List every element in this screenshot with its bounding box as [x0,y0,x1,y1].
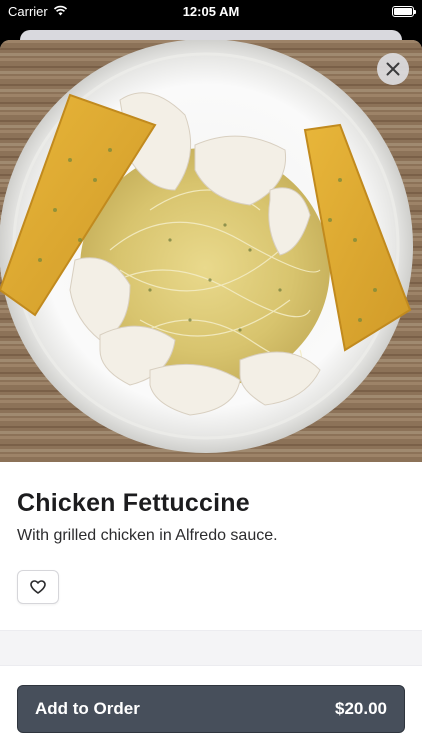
favorite-button[interactable] [17,570,59,604]
status-bar: Carrier 12:05 AM [0,0,422,24]
heart-icon [30,580,46,594]
item-title: Chicken Fettuccine [17,489,250,517]
item-detail-sheet: Chicken Fettuccine With grilled chicken … [0,40,422,750]
dish-photo [0,40,422,462]
close-icon [386,62,400,76]
battery-icon [392,6,416,17]
add-to-order-label: Add to Order [35,699,140,718]
close-button[interactable] [377,53,409,85]
add-to-order-button[interactable]: Add to Order $20.00 [17,685,405,733]
section-divider [0,630,422,666]
price-label: $20.00 [335,699,387,718]
item-description: With grilled chicken in Alfredo sauce. [17,527,278,544]
clock: 12:05 AM [182,4,240,19]
